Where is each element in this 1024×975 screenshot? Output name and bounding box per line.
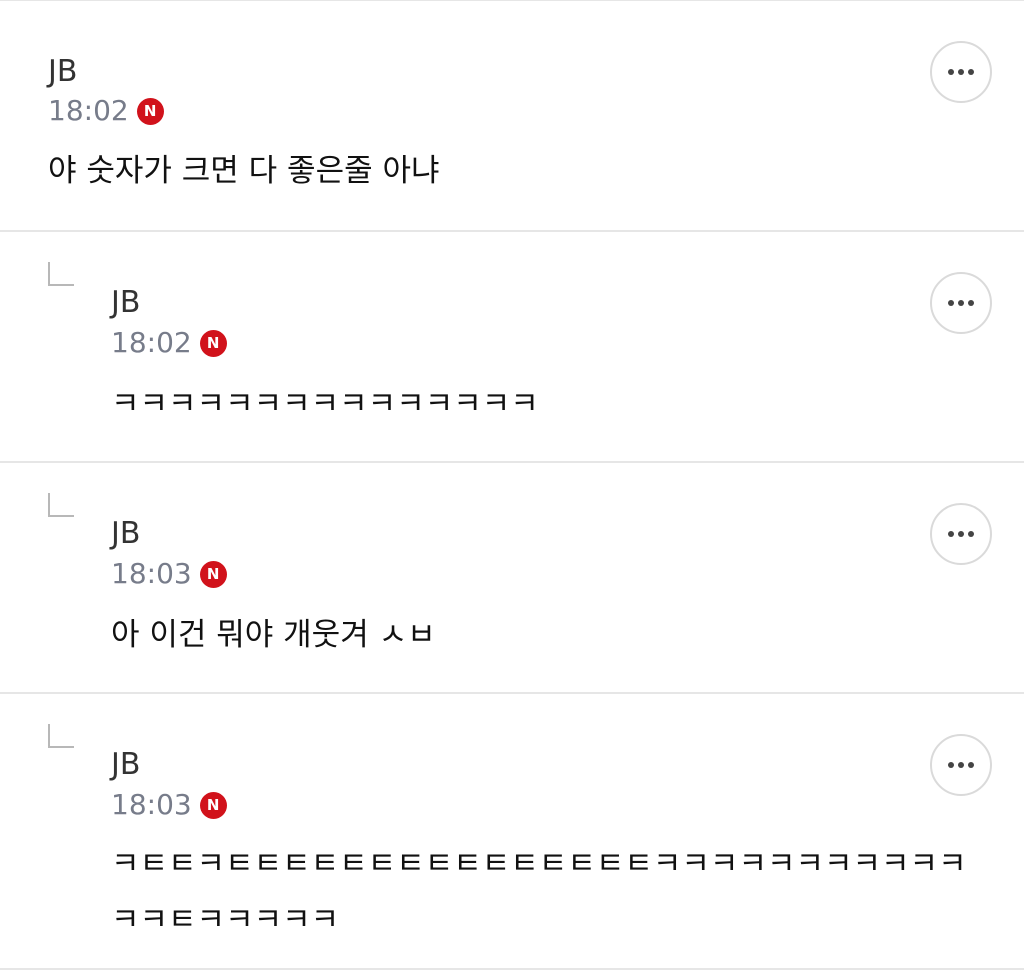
reply-arrow-icon	[48, 493, 74, 517]
comment-text: ㅋㅋㅋㅋㅋㅋㅋㅋㅋㅋㅋㅋㅋㅋㅋ	[111, 386, 539, 422]
comment-author[interactable]: JB	[111, 750, 140, 780]
comment-meta: 18:02 N	[111, 329, 227, 357]
comment-time: 18:03	[111, 788, 192, 821]
comment-author[interactable]: JB	[111, 519, 140, 549]
more-options-button[interactable]	[930, 41, 992, 103]
reply-item: JB 18:03 N 아 이건 뭐야 개웃겨 ㅅㅂ	[0, 463, 1024, 694]
comment-author[interactable]: JB	[111, 288, 140, 318]
reply-arrow-icon	[48, 724, 74, 748]
comment-time: 18:02	[48, 94, 129, 127]
new-badge-icon: N	[199, 791, 227, 819]
new-badge-icon: N	[136, 97, 164, 125]
more-options-button[interactable]	[930, 272, 992, 334]
more-dots-icon	[948, 69, 954, 75]
more-dots-icon	[948, 300, 954, 306]
new-badge-icon: N	[199, 329, 227, 357]
comment-meta: 18:02 N	[48, 97, 164, 125]
more-dots-icon	[948, 531, 954, 537]
comment-meta: 18:03 N	[111, 560, 227, 588]
comment-text: 아 이건 뭐야 개웃겨 ㅅㅂ	[111, 617, 436, 653]
reply-arrow-icon	[48, 262, 74, 286]
comment-time: 18:03	[111, 557, 192, 590]
more-options-button[interactable]	[930, 734, 992, 796]
comment-author[interactable]: JB	[48, 57, 77, 87]
more-options-button[interactable]	[930, 503, 992, 565]
comment-item: JB 18:02 N 야 숫자가 크면 다 좋은줄 아냐	[0, 0, 1024, 232]
comment-text: 야 숫자가 크면 다 좋은줄 아냐	[48, 153, 440, 189]
comment-text: ㅋㅌㅌㅋㅌㅌㅌㅌㅌㅌㅌㅌㅌㅌㅌㅌㅌㅌㅌㅋㅋㅋㅋㅋㅋㅋㅋㅋㅋㅋ ㅋㅋㅌㅋㅋㅋㅋㅋ	[111, 846, 967, 938]
comment-meta: 18:03 N	[111, 791, 227, 819]
comment-time: 18:02	[111, 326, 192, 359]
reply-item: JB 18:03 N ㅋㅌㅌㅋㅌㅌㅌㅌㅌㅌㅌㅌㅌㅌㅌㅌㅌㅌㅌㅋㅋㅋㅋㅋㅋㅋㅋㅋㅋ…	[0, 694, 1024, 970]
more-dots-icon	[948, 762, 954, 768]
reply-item: JB 18:02 N ㅋㅋㅋㅋㅋㅋㅋㅋㅋㅋㅋㅋㅋㅋㅋ	[0, 232, 1024, 463]
new-badge-icon: N	[199, 560, 227, 588]
